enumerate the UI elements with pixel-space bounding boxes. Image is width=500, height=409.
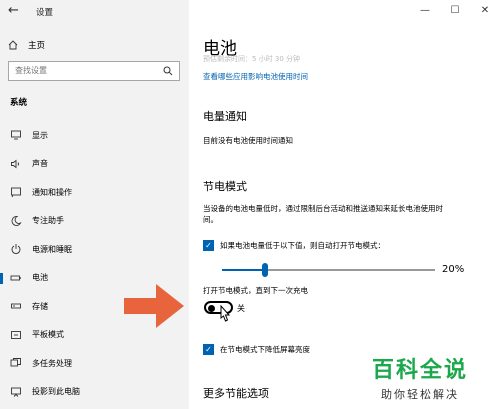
brightness-label: 在节电模式下降低屏幕亮度 xyxy=(220,345,310,354)
minimize-button[interactable]: — xyxy=(410,0,440,22)
moon-icon xyxy=(11,215,22,226)
saver-desc-line-1: 当设备的电池电量低时，通过限制后台活动和推送通知来延长电池使用时 xyxy=(203,204,443,213)
search-icon[interactable] xyxy=(163,66,173,76)
sidebar-item-focus[interactable]: 专注助手 xyxy=(0,207,189,236)
home-label: 主页 xyxy=(28,41,46,51)
search-box[interactable] xyxy=(8,61,180,81)
home-icon xyxy=(8,40,18,50)
battery-usage-link[interactable]: 查看哪些应用影响电池使用时间 xyxy=(203,71,308,82)
sidebar-nav: 显示 声音 通知和操作 专注助手 电源和睡眠 电池 存储 平板模式 多任务处理 … xyxy=(0,121,189,406)
watermark: 百科全说 助你轻松解决 xyxy=(372,352,468,402)
toggle-state-label: 关 xyxy=(237,304,245,313)
saver-desc-line-2: 间。 xyxy=(203,215,218,224)
arrow-pointer-icon xyxy=(124,284,184,328)
maximize-button[interactable]: ☐ xyxy=(440,0,470,22)
brightness-option[interactable]: ✓ 在节电模式下降低屏幕亮度 xyxy=(203,344,310,355)
sidebar-item-multitask[interactable]: 多任务处理 xyxy=(0,349,189,378)
notice-heading: 电量通知 xyxy=(203,110,247,123)
threshold-slider[interactable] xyxy=(222,269,435,271)
sidebar: ← 设置 主页 系统 显示 声音 通知和操作 专注助手 电源和睡眠 xyxy=(0,0,189,409)
battery-icon xyxy=(10,275,21,281)
home-link[interactable]: 主页 xyxy=(8,39,45,51)
mouse-cursor-icon xyxy=(220,305,231,322)
close-button[interactable]: ✕ xyxy=(470,0,500,22)
sidebar-item-label: 电池 xyxy=(32,273,48,283)
multitask-icon xyxy=(10,358,21,367)
sidebar-item-project[interactable]: 投影到此电脑 xyxy=(0,378,189,407)
main-panel: — ☐ ✕ 电池 预估剩余时间：5 小时 30 分钟 查看哪些应用影响电池使用时… xyxy=(189,0,500,409)
sidebar-item-power[interactable]: 电源和睡眠 xyxy=(0,235,189,264)
app-title: 设置 xyxy=(36,8,54,18)
power-icon xyxy=(11,244,21,255)
section-heading: 系统 xyxy=(10,98,28,108)
auto-saver-label: 如果电池电量低于以下值，则自动打开节电模式： xyxy=(220,241,385,250)
window-controls: — ☐ ✕ xyxy=(410,0,500,22)
sidebar-item-label: 多任务处理 xyxy=(32,358,72,368)
back-button[interactable]: ← xyxy=(8,3,19,18)
sidebar-item-notifications[interactable]: 通知和操作 xyxy=(0,178,189,207)
sidebar-item-label: 通知和操作 xyxy=(32,187,72,197)
display-icon xyxy=(11,130,21,140)
tablet-icon xyxy=(11,330,21,339)
brightness-checkbox[interactable]: ✓ xyxy=(203,344,214,355)
search-input[interactable] xyxy=(15,66,155,75)
sidebar-item-label: 显示 xyxy=(32,130,48,140)
sidebar-item-label: 专注助手 xyxy=(32,216,64,226)
toggle-knob xyxy=(208,304,215,312)
speaker-icon xyxy=(11,159,19,169)
sidebar-item-label: 声音 xyxy=(32,159,48,169)
auto-saver-option[interactable]: ✓ 如果电池电量低于以下值，则自动打开节电模式： xyxy=(203,240,385,251)
sidebar-item-label: 投影到此电脑 xyxy=(32,387,80,397)
notice-text: 目前没有电池使用时间通知 xyxy=(203,136,293,145)
auto-saver-checkbox[interactable]: ✓ xyxy=(203,240,214,251)
notification-icon xyxy=(11,187,21,198)
saver-heading: 节电模式 xyxy=(203,180,247,193)
watermark-brand: 百科全说 xyxy=(372,358,469,383)
slider-value: 20% xyxy=(442,264,465,275)
until-charge-label: 打开节电模式，直到下一次充电 xyxy=(203,286,308,295)
watermark-slogan: 助你轻松解决 xyxy=(381,388,459,401)
storage-icon xyxy=(11,303,21,309)
remaining-time-text: 预估剩余时间：5 小时 30 分钟 xyxy=(203,55,301,63)
saver-description: 当设备的电池电量低时，通过限制后台活动和推送通知来延长电池使用时 间。 xyxy=(203,203,443,225)
sidebar-item-sound[interactable]: 声音 xyxy=(0,150,189,179)
project-icon xyxy=(11,387,21,397)
slider-fill xyxy=(222,269,265,271)
sidebar-item-label: 平板模式 xyxy=(32,330,64,340)
title-bar: ← 设置 xyxy=(0,0,189,24)
slider-thumb[interactable] xyxy=(261,263,268,277)
more-options-heading: 更多节能选项 xyxy=(203,387,269,400)
sidebar-item-label: 存储 xyxy=(32,301,48,311)
sidebar-item-display[interactable]: 显示 xyxy=(0,121,189,150)
sidebar-item-label: 电源和睡眠 xyxy=(32,244,72,254)
